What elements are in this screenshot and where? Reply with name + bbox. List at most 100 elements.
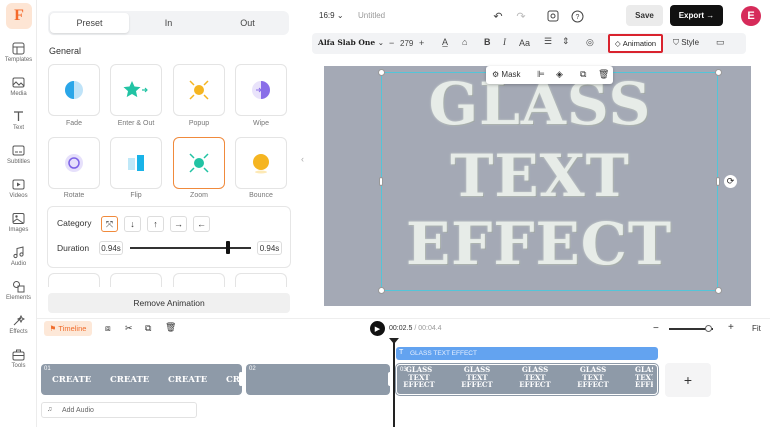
- sidebar-item-videos[interactable]: Videos: [0, 178, 37, 212]
- video-clip[interactable]: 01 CREATE CREATE CREATE CR: [41, 364, 242, 395]
- preset-wipe[interactable]: [235, 64, 287, 116]
- text-color-icon[interactable]: A̲: [442, 37, 448, 47]
- category-left-button[interactable]: ←: [193, 216, 210, 232]
- duration-slider-handle[interactable]: [225, 241, 230, 254]
- sidebar-item-subtitles[interactable]: Subtitles: [0, 144, 37, 178]
- italic-icon[interactable]: I: [503, 37, 506, 47]
- sidebar-item-templates[interactable]: Templates: [0, 42, 37, 76]
- preset-fade[interactable]: [48, 64, 100, 116]
- sidebar-item-elements[interactable]: Elements: [0, 280, 37, 314]
- resize-handle[interactable]: [715, 69, 722, 76]
- playhead[interactable]: [393, 342, 395, 427]
- resize-handle[interactable]: [716, 177, 720, 186]
- font-family-select[interactable]: Alfa Slab One ⌄: [318, 38, 384, 47]
- video-clip-selected[interactable]: 03 GLASS TEXT EFFECT GLASS TEXT EFFECT GLASS TE…: [395, 363, 659, 396]
- resize-handle[interactable]: [378, 69, 385, 76]
- text-effect-icon[interactable]: ⌂: [462, 37, 467, 47]
- zoom-slider-handle[interactable]: [705, 325, 712, 332]
- avatar[interactable]: E: [741, 6, 761, 26]
- preset-flip[interactable]: [110, 137, 162, 189]
- clip-trim-handle[interactable]: [388, 372, 392, 386]
- sidebar-item-audio[interactable]: Audio: [0, 246, 37, 280]
- text-case-icon[interactable]: Aa: [519, 38, 530, 48]
- split-icon[interactable]: ⧈: [105, 323, 111, 334]
- sidebar-item-label: Effects: [9, 329, 28, 335]
- sidebar-item-tools[interactable]: Tools: [0, 348, 37, 382]
- category-zoom-button[interactable]: ⤧: [101, 216, 118, 232]
- font-size-increase[interactable]: +: [419, 38, 424, 48]
- layer-effect-icon[interactable]: ◎: [586, 37, 594, 48]
- media-icon: [12, 77, 25, 88]
- tab-preset[interactable]: Preset: [50, 13, 129, 33]
- category-up-button[interactable]: ↑: [147, 216, 164, 232]
- add-audio-button[interactable]: ♫ Add Audio: [41, 402, 197, 418]
- font-size-decrease[interactable]: −: [389, 38, 394, 48]
- preset-popup[interactable]: [173, 64, 225, 116]
- clip-trim-handle[interactable]: [239, 372, 243, 386]
- save-button[interactable]: Save: [626, 5, 663, 26]
- resize-handle[interactable]: [715, 287, 722, 294]
- preset-rotate[interactable]: [48, 137, 100, 189]
- timeline-icon: ⚑: [49, 324, 57, 333]
- comment-icon[interactable]: ▭: [716, 37, 725, 48]
- sidebar-item-text[interactable]: Text: [0, 110, 37, 144]
- fit-button[interactable]: Fit: [752, 324, 761, 333]
- sidebar-item-label: Subtitles: [6, 159, 30, 165]
- zoom-in-icon[interactable]: +: [728, 322, 734, 333]
- category-down-button[interactable]: ↓: [124, 216, 141, 232]
- clip-thumb-text: GLASSTEXTEFFECT: [519, 366, 551, 389]
- timeline-button[interactable]: ⚑ Timeline: [44, 321, 92, 336]
- clip-thumb-text: CR: [226, 375, 240, 385]
- add-clip-button[interactable]: +: [665, 363, 711, 397]
- animation-button[interactable]: ◇ Animation: [608, 34, 663, 53]
- duration-end-value[interactable]: 0.94s: [257, 241, 282, 255]
- sidebar-item-effects[interactable]: Effects: [0, 314, 37, 348]
- tab-in[interactable]: In: [129, 13, 208, 33]
- play-button[interactable]: ▶: [370, 321, 385, 336]
- delete-icon[interactable]: 🗑: [165, 322, 176, 333]
- app-logo[interactable]: F: [6, 3, 32, 29]
- duration-slider[interactable]: [130, 247, 251, 249]
- preset-label: Bounce: [249, 192, 273, 199]
- aspect-ratio-select[interactable]: 16:9 ⌄: [319, 11, 344, 20]
- category-right-button[interactable]: →: [170, 216, 187, 232]
- duplicate-icon[interactable]: ⧉: [580, 69, 586, 80]
- tab-out[interactable]: Out: [208, 13, 287, 33]
- animation-label: Animation: [622, 39, 657, 48]
- expand-icon: ⤧: [105, 218, 114, 229]
- selection-box[interactable]: [381, 72, 718, 291]
- redo-icon[interactable]: ↷: [508, 5, 534, 27]
- sidebar-item-images[interactable]: Images: [0, 212, 37, 246]
- resize-handle[interactable]: [378, 287, 385, 294]
- zoom-out-icon[interactable]: −: [653, 323, 659, 334]
- scissors-icon[interactable]: ✂: [125, 323, 133, 334]
- preset-enter-out[interactable]: [110, 64, 162, 116]
- bold-icon[interactable]: B: [484, 37, 491, 47]
- images-icon: [12, 213, 25, 224]
- export-button[interactable]: Export →: [670, 5, 723, 26]
- collapse-panel-icon[interactable]: ‹: [299, 150, 306, 168]
- playhead-marker[interactable]: [389, 338, 399, 344]
- project-title[interactable]: Untitled: [358, 11, 385, 20]
- rotate-handle-icon[interactable]: ⟳: [724, 175, 737, 188]
- spacing-icon[interactable]: ⇕: [562, 36, 570, 47]
- sidebar-item-media[interactable]: Media: [0, 76, 37, 110]
- resize-handle[interactable]: [379, 177, 383, 186]
- mask-button[interactable]: ⚙ Mask: [492, 70, 521, 79]
- delete-icon[interactable]: 🗑: [598, 69, 609, 80]
- remove-animation-button[interactable]: Remove Animation: [48, 293, 290, 313]
- duplicate-icon[interactable]: ⧉: [145, 323, 151, 334]
- duration-start-value[interactable]: 0.94s: [99, 241, 123, 255]
- screenshot-icon[interactable]: [540, 5, 566, 27]
- help-icon[interactable]: ?: [564, 5, 590, 27]
- preset-zoom[interactable]: [173, 137, 225, 189]
- align-icon[interactable]: ⊫: [537, 69, 545, 80]
- style-button[interactable]: ⛉ Style: [673, 38, 699, 48]
- preset-bounce[interactable]: [235, 137, 287, 189]
- font-size-value[interactable]: 279: [400, 39, 413, 48]
- layers-icon[interactable]: ◈: [556, 69, 563, 80]
- align-icon[interactable]: ☰: [544, 36, 552, 47]
- text-clip[interactable]: T GLASS TEXT EFFECT: [396, 347, 658, 360]
- text-clip-icon: T: [399, 349, 404, 356]
- video-clip[interactable]: 02: [246, 364, 390, 395]
